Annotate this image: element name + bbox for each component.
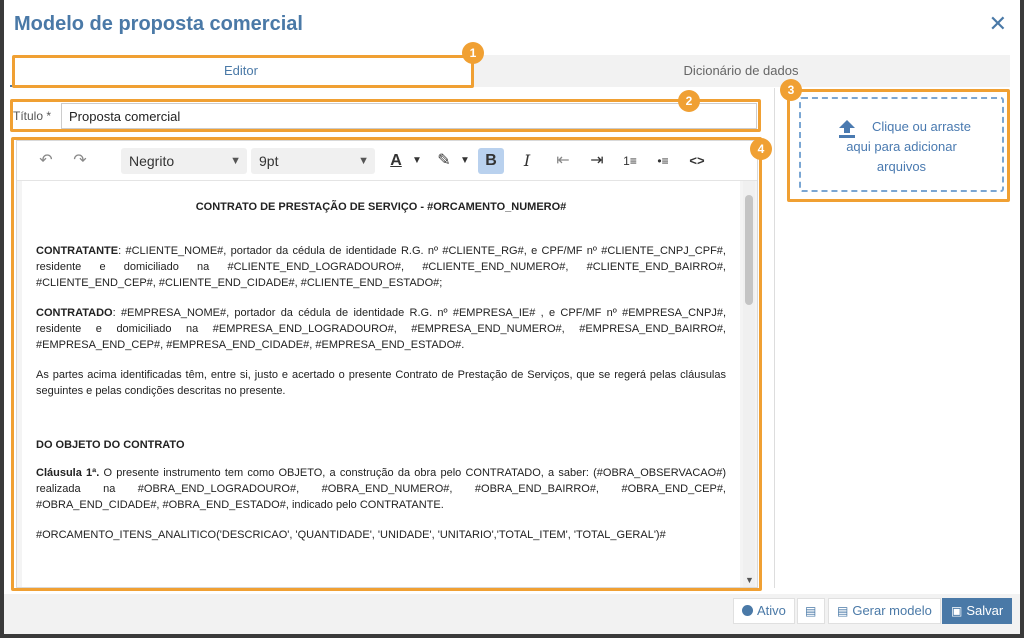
font-size-value: 9pt bbox=[259, 153, 279, 169]
upload-icon bbox=[839, 120, 855, 138]
font-family-value: Negrito bbox=[129, 153, 175, 169]
callout-badge-2: 2 bbox=[678, 90, 700, 112]
text-color-icon[interactable]: A bbox=[383, 148, 409, 174]
chevron-down-icon[interactable]: ▼ bbox=[409, 148, 425, 174]
clausula-text: O presente instrumento tem como OBJETO, … bbox=[36, 467, 726, 511]
highlight-color-icon[interactable]: ✎ bbox=[431, 148, 457, 174]
tab-bar: Editor Dicionário de dados bbox=[10, 55, 1010, 87]
title-input[interactable] bbox=[61, 103, 757, 129]
clausula-label: Cláusula 1ª. bbox=[36, 467, 100, 479]
rich-text-editor: ↶ ↷ Negrito ▼ 9pt ▼ A ▼ ✎ ▼ B I ⇤ ⇥ 1≡ •… bbox=[16, 140, 758, 588]
modal-footer: Ativo ▤ ▤ Gerar modelo ▣ Salvar bbox=[4, 594, 1020, 634]
chevron-down-icon: ▼ bbox=[230, 155, 241, 167]
file-dropzone[interactable]: Clique ou arraste aqui para adicionar ar… bbox=[799, 97, 1004, 192]
callout-badge-3: 3 bbox=[780, 79, 802, 101]
ativo-label: Ativo bbox=[757, 603, 786, 618]
gerar-modelo-button[interactable]: ▤ Gerar modelo bbox=[828, 598, 941, 624]
contratante-paragraph: CONTRATANTE: #CLIENTE_NOME#, portador da… bbox=[36, 243, 726, 291]
font-family-select[interactable]: Negrito ▼ bbox=[121, 148, 247, 174]
status-dot-icon bbox=[742, 605, 753, 616]
contratado-paragraph: CONTRATADO: #EMPRESA_NOME#, portador da … bbox=[36, 305, 726, 353]
modal-dialog: Modelo de proposta comercial ✕ Editor Di… bbox=[4, 0, 1020, 634]
title-field: Título * bbox=[13, 103, 757, 129]
gerar-modelo-label: Gerar modelo bbox=[852, 603, 932, 618]
italic-button[interactable]: I bbox=[514, 148, 540, 174]
document-page[interactable]: CONTRATO DE PRESTAÇÃO DE SERVIÇO - #ORCA… bbox=[22, 181, 740, 587]
close-icon[interactable]: ✕ bbox=[989, 12, 1007, 36]
objeto-heading: DO OBJETO DO CONTRATO bbox=[36, 439, 185, 451]
callout-badge-1: 1 bbox=[462, 42, 484, 64]
contratante-text: : #CLIENTE_NOME#, portador da cédula de … bbox=[36, 245, 726, 289]
file-button[interactable]: ▤ bbox=[797, 598, 825, 624]
callout-badge-4: 4 bbox=[750, 138, 772, 160]
chevron-down-icon[interactable]: ▼ bbox=[457, 148, 473, 174]
file-icon: ▤ bbox=[805, 604, 817, 618]
contratante-label: CONTRATANTE bbox=[36, 245, 119, 257]
tab-data-dictionary[interactable]: Dicionário de dados bbox=[472, 55, 1010, 87]
tab-editor[interactable]: Editor bbox=[10, 55, 472, 87]
redo-icon[interactable]: ↷ bbox=[67, 148, 93, 174]
dropzone-line-3: arquivos bbox=[876, 159, 927, 174]
bold-button[interactable]: B bbox=[478, 148, 504, 174]
partes-paragraph: As partes acima identificadas têm, entre… bbox=[36, 369, 726, 397]
dropzone-line-2: aqui para adicionar bbox=[846, 139, 957, 154]
outdent-icon[interactable]: ⇤ bbox=[550, 148, 576, 174]
editor-scrollbar[interactable]: ▼ bbox=[743, 181, 755, 587]
code-view-icon[interactable]: <> bbox=[684, 148, 710, 174]
scroll-thumb[interactable] bbox=[745, 195, 753, 305]
dropzone-line-1: Clique ou arraste bbox=[872, 119, 971, 134]
chevron-down-icon: ▼ bbox=[358, 155, 369, 167]
modal-title: Modelo de proposta comercial bbox=[14, 13, 303, 35]
clausula-paragraph: Cláusula 1ª. O presente instrumento tem … bbox=[36, 465, 726, 513]
document-title: CONTRATO DE PRESTAÇÃO DE SERVIÇO - #ORCA… bbox=[195, 201, 567, 213]
bullet-list-icon[interactable]: •≡ bbox=[650, 148, 676, 174]
undo-icon[interactable]: ↶ bbox=[33, 148, 59, 174]
panel-divider bbox=[774, 88, 775, 588]
contratado-label: CONTRATADO bbox=[36, 307, 113, 319]
save-label: Salvar bbox=[966, 603, 1004, 618]
editor-toolbar: ↶ ↷ Negrito ▼ 9pt ▼ A ▼ ✎ ▼ B I ⇤ ⇥ 1≡ •… bbox=[17, 141, 757, 181]
itens-paragraph: #ORCAMENTO_ITENS_ANALITICO('DESCRICAO', … bbox=[36, 529, 666, 541]
ativo-toggle[interactable]: Ativo bbox=[733, 598, 795, 624]
scroll-down-icon[interactable]: ▼ bbox=[745, 575, 754, 585]
title-label: Título * bbox=[13, 109, 52, 123]
ordered-list-icon[interactable]: 1≡ bbox=[617, 148, 643, 174]
save-button[interactable]: ▣ Salvar bbox=[942, 598, 1013, 624]
indent-icon[interactable]: ⇥ bbox=[584, 148, 610, 174]
document-icon: ▤ bbox=[837, 604, 849, 618]
font-size-select[interactable]: 9pt ▼ bbox=[251, 148, 375, 174]
contratado-text: : #EMPRESA_NOME#, portador da cédula de … bbox=[36, 307, 726, 351]
floppy-disk-icon: ▣ bbox=[951, 604, 963, 618]
document-area: CONTRATO DE PRESTAÇÃO DE SERVIÇO - #ORCA… bbox=[17, 181, 757, 587]
